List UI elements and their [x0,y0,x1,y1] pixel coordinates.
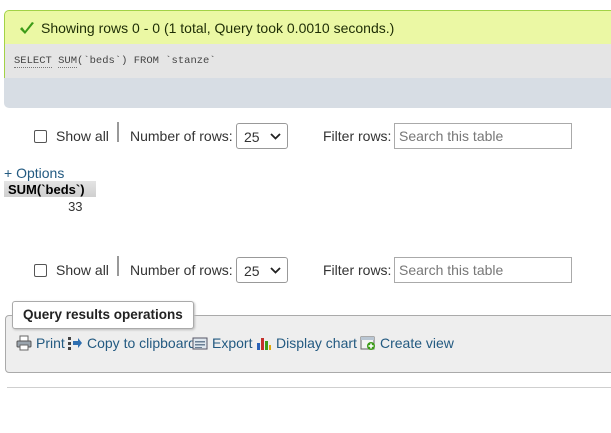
search-input[interactable] [394,123,572,149]
show-all-checkbox[interactable] [34,264,47,277]
sql-keyword-sum[interactable]: SUM [58,55,78,68]
search-input[interactable] [394,257,572,283]
results-table: SUM(`beds`) 33 [4,181,96,215]
number-of-rows-label: Number of rows: [130,262,233,278]
export-icon [192,337,208,350]
export-label: Export [212,335,253,351]
operations-legend: Query results operations [12,301,194,329]
table-cell[interactable]: 33 [4,197,96,215]
display-chart-label: Display chart [276,335,357,351]
separator [117,122,119,142]
filter-rows-label: Filter rows: [323,128,392,144]
success-message: Showing rows 0 - 0 (1 total, Query took … [4,10,611,44]
copy-to-clipboard-link[interactable]: Copy to clipboard [67,335,196,351]
sql-rest: (`beds`) FROM `stanze` [77,55,216,67]
column-header[interactable]: SUM(`beds`) [4,181,96,197]
create-view-link[interactable]: Create view [360,335,454,351]
table-header-row: SUM(`beds`) [4,181,96,197]
chevron-down-icon [270,133,281,140]
status-text: Showing rows 0 - 0 (1 total, Query took … [41,19,395,36]
print-link[interactable]: Print [16,335,65,351]
copy-icon [68,337,82,350]
show-all-checkbox[interactable] [34,130,47,143]
bottom-navigation: Show all Number of rows: 25 Filter rows: [0,256,611,285]
sql-keyword-select[interactable]: SELECT [14,55,52,68]
show-all-label[interactable]: Show all [56,262,109,278]
bar-chart-icon [257,338,271,350]
filter-rows-label: Filter rows: [323,262,392,278]
display-chart-link[interactable]: Display chart [256,335,357,351]
show-all-label[interactable]: Show all [56,128,109,144]
chevron-down-icon [270,267,281,274]
table-row: 33 [4,197,96,215]
sql-query-footer [4,78,611,108]
create-view-icon [360,336,375,350]
create-view-label: Create view [380,335,454,351]
number-of-rows-select[interactable]: 25 [236,257,288,283]
sql-query-box: SELECT SUM(`beds`) FROM `stanze` [4,44,611,78]
number-of-rows-select[interactable]: 25 [236,123,288,149]
copy-label: Copy to clipboard [87,335,196,351]
printer-icon [16,335,32,351]
print-label: Print [36,335,65,351]
divider [7,387,611,388]
number-of-rows-value: 25 [244,263,260,279]
options-link[interactable]: + Options [4,165,64,181]
number-of-rows-value: 25 [244,129,260,145]
sql-query[interactable]: SELECT SUM(`beds`) FROM `stanze` [14,55,216,68]
separator [117,256,119,276]
export-link[interactable]: Export [192,335,252,351]
checkmark-icon [20,21,34,34]
top-navigation: Show all Number of rows: 25 Filter rows: [0,122,611,151]
number-of-rows-label: Number of rows: [130,128,233,144]
